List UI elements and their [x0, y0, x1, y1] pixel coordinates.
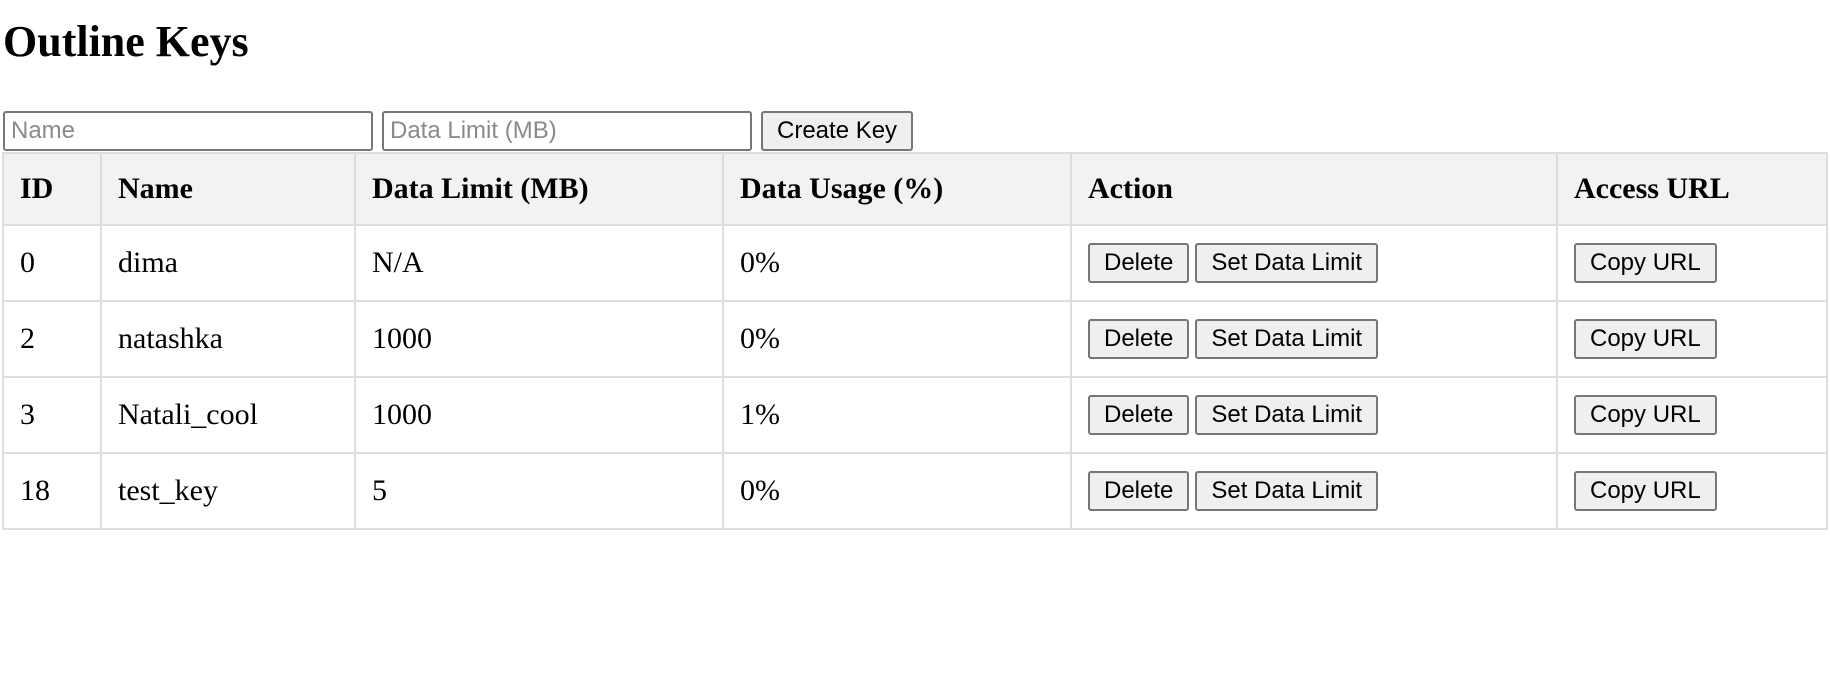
cell-data-usage: 0% [722, 300, 1072, 378]
cell-data-limit: 1000 [354, 376, 724, 454]
cell-name: dima [100, 224, 356, 302]
cell-id: 18 [2, 452, 102, 530]
cell-access-url: Copy URL [1556, 224, 1828, 302]
delete-button[interactable]: Delete [1088, 243, 1190, 283]
cell-name: test_key [100, 452, 356, 530]
cell-actions: Delete Set Data Limit [1070, 376, 1558, 454]
set-data-limit-button[interactable]: Set Data Limit [1195, 243, 1379, 283]
copy-url-button[interactable]: Copy URL [1574, 319, 1717, 359]
set-data-limit-button[interactable]: Set Data Limit [1195, 319, 1379, 359]
header-access-url: Access URL [1556, 152, 1828, 226]
cell-name: natashka [100, 300, 356, 378]
data-limit-input[interactable] [382, 111, 752, 151]
page-title: Outline Keys [3, 17, 249, 66]
cell-access-url: Copy URL [1556, 376, 1828, 454]
set-data-limit-button[interactable]: Set Data Limit [1195, 395, 1379, 435]
cell-data-usage: 1% [722, 376, 1072, 454]
table-body: 0 dima N/A 0% Delete Set Data Limit Copy … [2, 224, 1828, 530]
cell-id: 0 [2, 224, 102, 302]
cell-actions: Delete Set Data Limit [1070, 224, 1558, 302]
cell-actions: Delete Set Data Limit [1070, 452, 1558, 530]
cell-actions: Delete Set Data Limit [1070, 300, 1558, 378]
cell-name: Natali_cool [100, 376, 356, 454]
header-name: Name [100, 152, 356, 226]
delete-button[interactable]: Delete [1088, 395, 1190, 435]
header-id: ID [2, 152, 102, 226]
cell-data-limit: N/A [354, 224, 724, 302]
header-data-usage: Data Usage (%) [722, 152, 1072, 226]
page: Outline Keys Create Key ID Name Data Lim… [0, 0, 1830, 696]
header-row: ID Name Data Limit (MB) Data Usage (%) A… [2, 152, 1828, 226]
cell-data-usage: 0% [722, 224, 1072, 302]
create-key-form: Create Key [3, 111, 914, 151]
header-data-limit: Data Limit (MB) [354, 152, 724, 226]
copy-url-button[interactable]: Copy URL [1574, 243, 1717, 283]
table-row: 0 dima N/A 0% Delete Set Data Limit Copy … [2, 224, 1828, 302]
copy-url-button[interactable]: Copy URL [1574, 395, 1717, 435]
cell-access-url: Copy URL [1556, 300, 1828, 378]
header-action: Action [1070, 152, 1558, 226]
cell-id: 3 [2, 376, 102, 454]
delete-button[interactable]: Delete [1088, 319, 1190, 359]
cell-data-limit: 5 [354, 452, 724, 530]
cell-data-usage: 0% [722, 452, 1072, 530]
table-row: 2 natashka 1000 0% Delete Set Data Limit … [2, 300, 1828, 378]
keys-table: ID Name Data Limit (MB) Data Usage (%) A… [2, 152, 1828, 530]
copy-url-button[interactable]: Copy URL [1574, 471, 1717, 511]
cell-access-url: Copy URL [1556, 452, 1828, 530]
table-header: ID Name Data Limit (MB) Data Usage (%) A… [2, 152, 1828, 226]
create-key-button[interactable]: Create Key [761, 111, 914, 151]
name-input[interactable] [3, 111, 373, 151]
delete-button[interactable]: Delete [1088, 471, 1190, 511]
cell-id: 2 [2, 300, 102, 378]
cell-data-limit: 1000 [354, 300, 724, 378]
set-data-limit-button[interactable]: Set Data Limit [1195, 471, 1379, 511]
table-row: 18 test_key 5 0% Delete Set Data Limit Co… [2, 452, 1828, 530]
table-row: 3 Natali_cool 1000 1% Delete Set Data Lim… [2, 376, 1828, 454]
